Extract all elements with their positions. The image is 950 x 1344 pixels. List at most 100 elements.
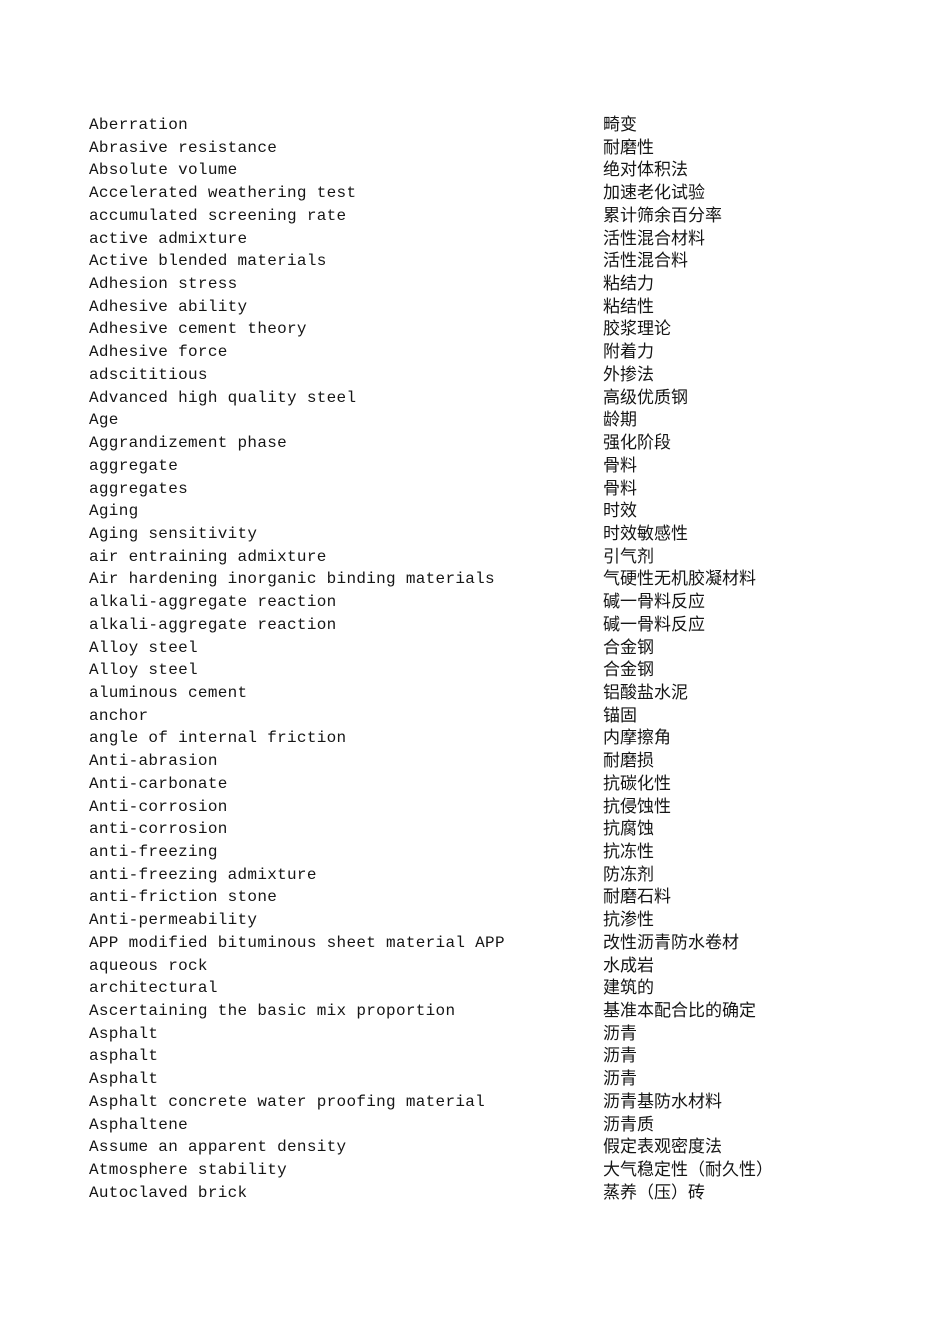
chinese-term: 防冻剂 (603, 864, 654, 885)
english-term: Abrasive resistance (89, 138, 278, 157)
english-term: Assume an apparent density (89, 1138, 347, 1157)
glossary-entry: Asphalt 沥青 (89, 1068, 869, 1091)
english-term: asphalt (89, 1047, 159, 1066)
glossary-entry: architectural 建筑的 (89, 977, 869, 1000)
english-term: anchor (89, 706, 149, 725)
english-term: Aging (89, 502, 139, 521)
chinese-term: 沥青基防水材料 (603, 1091, 722, 1112)
chinese-term: 粘结力 (603, 274, 654, 295)
english-term: Asphalt (89, 1070, 159, 1089)
english-term: alkali-aggregate reaction (89, 615, 337, 634)
glossary-entry: Aging sensitivity 时效敏感性 (89, 523, 869, 546)
glossary-entry: aluminous cement 铝酸盐水泥 (89, 682, 869, 705)
glossary-entry: Adhesive force 附着力 (89, 341, 869, 364)
english-term: anti-freezing admixture (89, 865, 317, 884)
chinese-term: 改性沥青防水卷材 (603, 932, 739, 953)
english-term: Aggrandizement phase (89, 434, 288, 453)
english-term: Advanced high quality steel (89, 388, 357, 407)
english-term: Aging sensitivity (89, 524, 258, 543)
chinese-term: 碱一骨料反应 (603, 614, 705, 635)
glossary-entry: active admixture 活性混合材料 (89, 228, 869, 251)
chinese-term: 胶浆理论 (603, 319, 671, 340)
chinese-term: 骨料 (603, 455, 637, 476)
english-term: Ascertaining the basic mix proportion (89, 1002, 456, 1021)
english-term: alkali-aggregate reaction (89, 593, 337, 612)
glossary-entry: Asphalt 沥青 (89, 1023, 869, 1046)
chinese-term: 合金钢 (603, 637, 654, 658)
glossary-entry: Adhesion stress 粘结力 (89, 273, 869, 296)
glossary-entry: Active blended materials 活性混合料 (89, 250, 869, 273)
glossary-entry: alkali-aggregate reaction 碱一骨料反应 (89, 591, 869, 614)
chinese-term: 耐磨性 (603, 137, 654, 158)
chinese-term: 沥青 (603, 1046, 637, 1067)
english-term: aggregates (89, 479, 189, 498)
chinese-term: 大气稳定性（耐久性） (603, 1160, 773, 1181)
glossary-entry: Adhesive ability 粘结性 (89, 296, 869, 319)
glossary-entry: air entraining admixture 引气剂 (89, 546, 869, 569)
glossary-entry: Anti-corrosion 抗侵蚀性 (89, 796, 869, 819)
chinese-term: 假定表观密度法 (603, 1137, 722, 1158)
glossary-entry: Aggrandizement phase 强化阶段 (89, 432, 869, 455)
english-term: Air hardening inorganic binding material… (89, 570, 495, 589)
glossary-entry: Age 龄期 (89, 409, 869, 432)
english-term: Age (89, 411, 119, 430)
english-term: Asphaltene (89, 1115, 189, 1134)
english-term: Anti-corrosion (89, 797, 228, 816)
chinese-term: 碱一骨料反应 (603, 592, 705, 613)
chinese-term: 抗腐蚀 (603, 819, 654, 840)
english-term: Adhesive ability (89, 297, 248, 316)
chinese-term: 合金钢 (603, 660, 654, 681)
english-term: Anti-carbonate (89, 774, 228, 793)
glossary-entry: asphalt 沥青 (89, 1045, 869, 1068)
glossary-entry: alkali-aggregate reaction 碱一骨料反应 (89, 614, 869, 637)
chinese-term: 时效敏感性 (603, 523, 688, 544)
chinese-term: 累计筛余百分率 (603, 205, 722, 226)
english-term: aqueous rock (89, 956, 208, 975)
glossary-entry: Autoclaved brick 蒸养（压）砖 (89, 1182, 869, 1205)
chinese-term: 畸变 (603, 115, 637, 135)
glossary-entry: Anti-permeability 抗渗性 (89, 909, 869, 932)
glossary-entry: aggregate 骨料 (89, 455, 869, 478)
chinese-term: 龄期 (603, 410, 637, 431)
glossary-entry: Air hardening inorganic binding material… (89, 568, 869, 591)
english-term: Aberration (89, 116, 189, 134)
glossary-entry: Assume an apparent density 假定表观密度法 (89, 1136, 869, 1159)
glossary-entry: APP modified bituminous sheet material A… (89, 932, 869, 955)
chinese-term: 抗渗性 (603, 910, 654, 931)
chinese-term: 骨料 (603, 478, 637, 499)
chinese-term: 基准本配合比的确定 (603, 1001, 756, 1022)
chinese-term: 引气剂 (603, 546, 654, 567)
chinese-term: 铝酸盐水泥 (603, 682, 688, 703)
chinese-term: 强化阶段 (603, 433, 671, 454)
glossary-entry: Abrasive resistance 耐磨性 (89, 137, 869, 160)
glossary-entry: Anti-carbonate 抗碳化性 (89, 773, 869, 796)
english-term: active admixture (89, 229, 248, 248)
english-term: Adhesion stress (89, 275, 238, 294)
english-term: aluminous cement (89, 683, 248, 702)
chinese-term: 抗碳化性 (603, 773, 671, 794)
glossary-entry: anti-freezing 抗冻性 (89, 841, 869, 864)
glossary-entry: accumulated screening rate 累计筛余百分率 (89, 205, 869, 228)
chinese-term: 外掺法 (603, 364, 654, 385)
english-term: Adhesive cement theory (89, 320, 307, 339)
chinese-term: 蒸养（压）砖 (603, 1182, 705, 1203)
glossary-entry: Adhesive cement theory 胶浆理论 (89, 318, 869, 341)
glossary-entry: anti-corrosion 抗腐蚀 (89, 818, 869, 841)
glossary-entry: Ascertaining the basic mix proportion 基准… (89, 1000, 869, 1023)
chinese-term: 水成岩 (603, 955, 654, 976)
chinese-term: 粘结性 (603, 296, 654, 317)
chinese-term: 附着力 (603, 342, 654, 363)
glossary-entry: anti-freezing admixture 防冻剂 (89, 864, 869, 887)
glossary-entry: Aging 时效 (89, 500, 869, 523)
english-term: architectural (89, 979, 218, 998)
chinese-term: 沥青 (603, 1069, 637, 1090)
glossary-entry: Anti-abrasion 耐磨损 (89, 750, 869, 773)
glossary-entry: Asphaltene 沥青质 (89, 1114, 869, 1137)
chinese-term: 气硬性无机胶凝材料 (603, 569, 756, 590)
chinese-term: 沥青 (603, 1023, 637, 1044)
english-term: APP modified bituminous sheet material A… (89, 933, 505, 952)
chinese-term: 高级优质钢 (603, 387, 688, 408)
chinese-term: 加速老化试验 (603, 183, 705, 204)
glossary-entry: Atmosphere stability 大气稳定性（耐久性） (89, 1159, 869, 1182)
english-term: air entraining admixture (89, 547, 327, 566)
